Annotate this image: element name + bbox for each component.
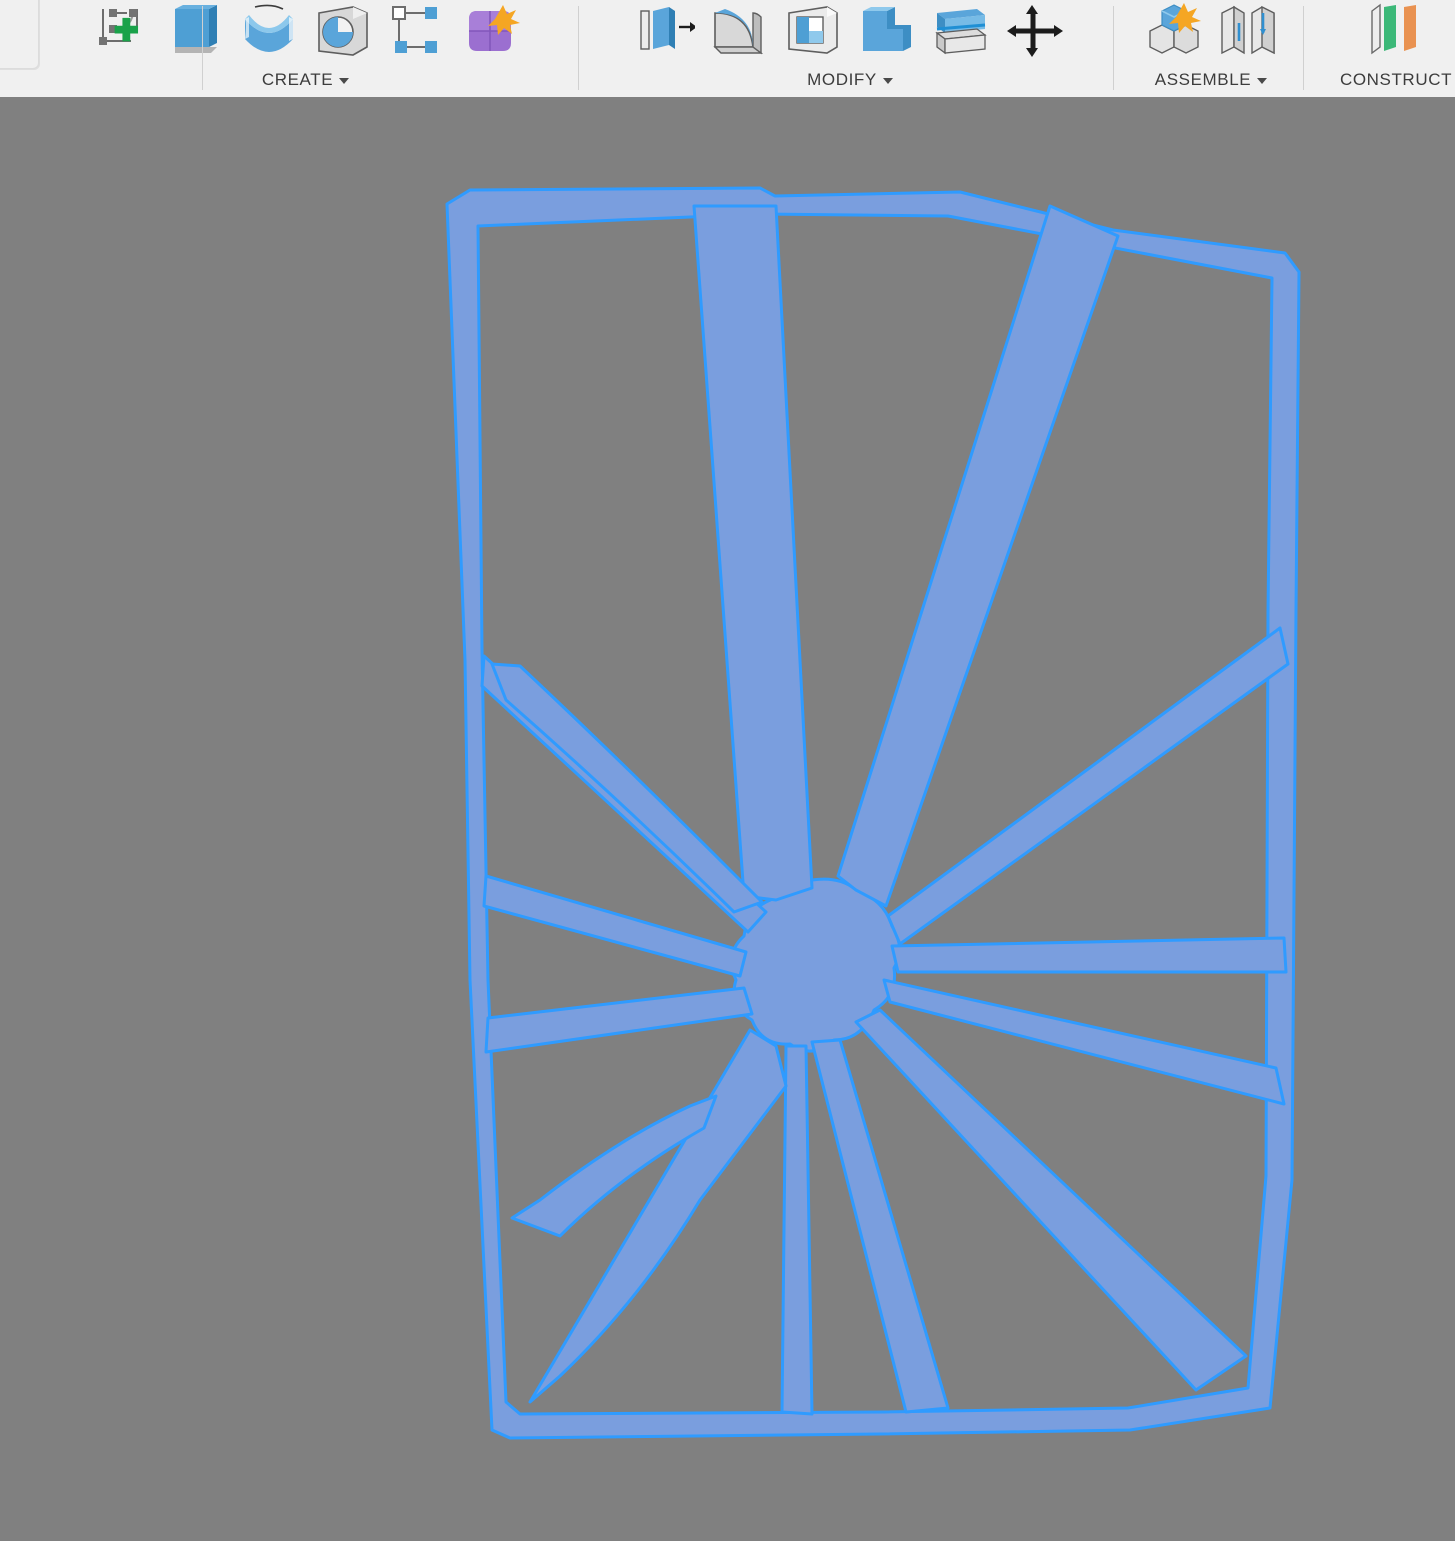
move-copy-icon[interactable] [998,0,1072,66]
rib-icon[interactable] [380,0,454,66]
ribbon-left-stub [0,0,39,69]
ribbon-panel-modify-text: MODIFY [807,70,877,90]
ribbon-panel-create: CREATE [38,0,573,97]
ribbon-panel-assemble-label[interactable]: ASSEMBLE [1155,66,1267,94]
chevron-down-icon [339,78,349,84]
revolve-icon[interactable] [232,0,306,66]
combine-icon[interactable] [850,0,924,66]
chevron-down-icon [883,78,893,84]
pattern-icon[interactable] [454,0,528,66]
ribbon-panel-create-text: CREATE [262,70,333,90]
fillet-icon[interactable] [702,0,776,66]
ribbon-toolbar: CREATE [0,0,1455,97]
ribbon-panel-assemble-text: ASSEMBLE [1155,70,1251,90]
design-canvas[interactable] [0,97,1455,1541]
chevron-down-icon [1257,78,1267,84]
ribbon-panel-modify: MODIFY [590,0,1110,97]
create-sketch-icon[interactable] [84,0,158,66]
offset-face-icon[interactable] [924,0,998,66]
shell-icon[interactable] [776,0,850,66]
joint-icon[interactable] [1211,0,1285,66]
sketch3-shatter-profile[interactable] [0,97,1455,1541]
press-pull-icon[interactable] [628,0,702,66]
ribbon-panel-assemble: ASSEMBLE [1122,0,1300,97]
new-component-icon[interactable] [1137,0,1211,66]
ribbon-panel-create-label[interactable]: CREATE [262,66,349,94]
ribbon-panel-construct: CONSTRUCT [1316,0,1455,97]
extrude-icon[interactable] [158,0,232,66]
offset-plane-icon[interactable] [1359,0,1433,66]
ribbon-panel-construct-label[interactable]: CONSTRUCT [1340,66,1452,94]
ribbon-panel-modify-label[interactable]: MODIFY [807,66,893,94]
hole-icon[interactable] [306,0,380,66]
ribbon-panel-construct-text: CONSTRUCT [1340,70,1452,90]
